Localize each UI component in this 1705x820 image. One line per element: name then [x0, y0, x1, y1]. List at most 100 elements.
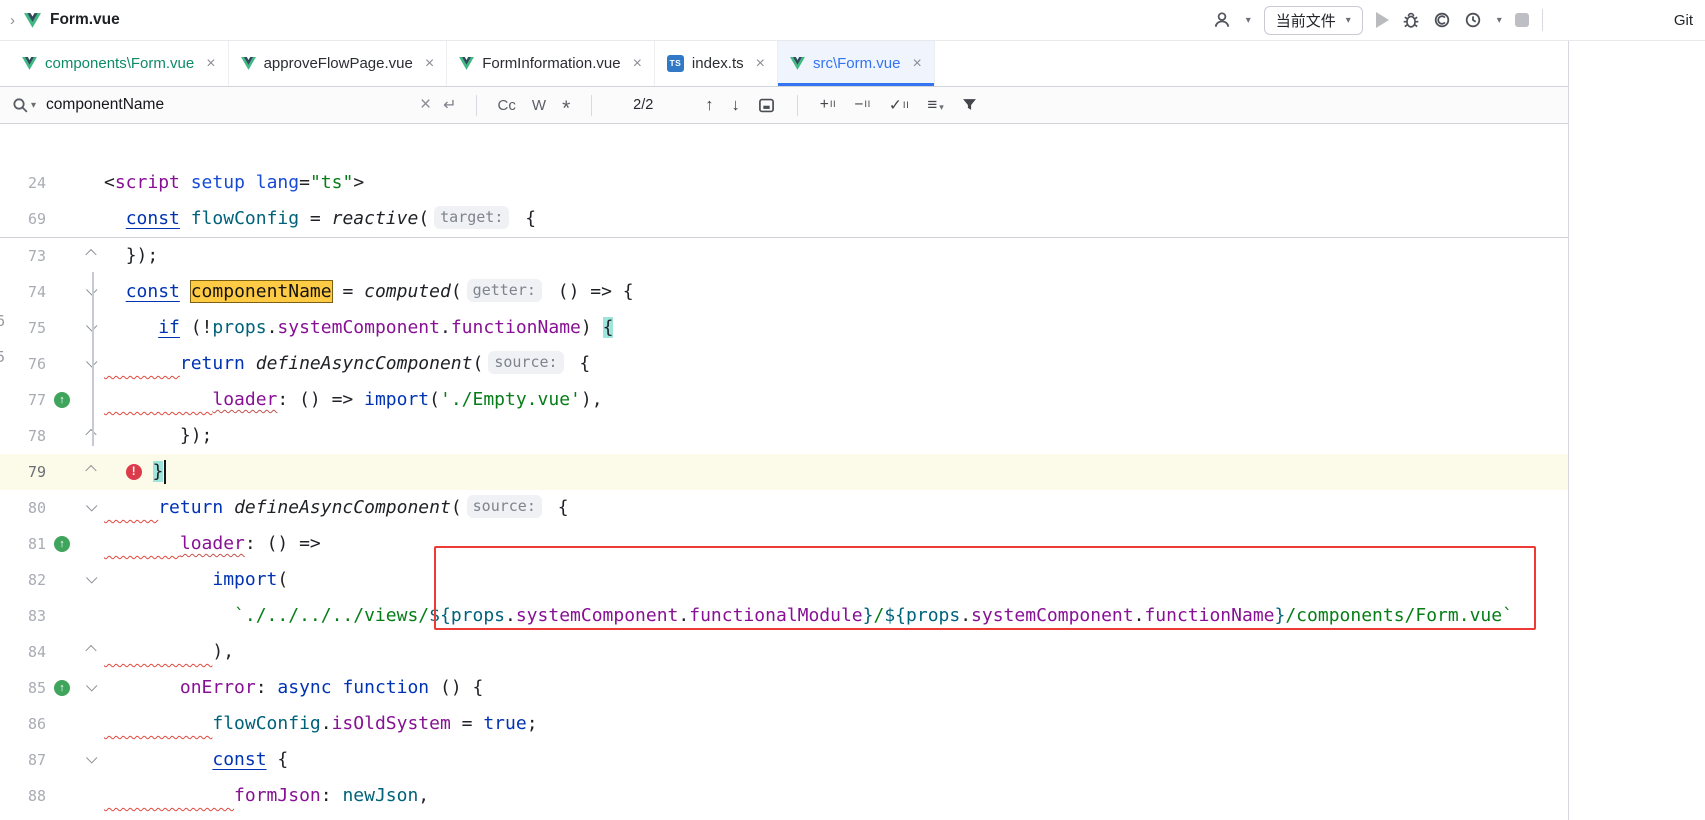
code-text[interactable]: const { — [104, 742, 1568, 778]
run-button[interactable] — [1376, 12, 1389, 28]
user-icon[interactable] — [1213, 11, 1231, 29]
line-number[interactable]: 84 — [0, 634, 46, 670]
user-dropdown-icon[interactable]: ▾ — [1246, 15, 1251, 26]
line-number[interactable]: 77 — [0, 382, 46, 418]
line-number[interactable]: 88 — [0, 778, 46, 814]
remove-selection-button[interactable]: −II — [854, 96, 871, 114]
code-line-78[interactable]: 78 }); — [0, 418, 1568, 454]
editor-tab-3[interactable]: FormInformation.vue× — [447, 41, 655, 86]
code-line-80[interactable]: 80 return defineAsyncComponent(source: { — [0, 490, 1568, 526]
code-text[interactable]: formJson: newJson, — [104, 778, 1568, 814]
filter-icon[interactable] — [962, 98, 977, 112]
code-text[interactable]: ! } — [104, 454, 1568, 490]
select-all-occurrences-button[interactable]: ✓II — [889, 96, 909, 115]
fold-down-icon[interactable] — [86, 680, 97, 691]
line-number[interactable]: 87 — [0, 742, 46, 778]
lint-error-underline — [104, 389, 212, 410]
fold-up-icon[interactable] — [85, 645, 96, 656]
regex-toggle[interactable]: * — [562, 104, 570, 114]
next-occurrence-button[interactable]: ↓ — [732, 96, 740, 115]
clear-search-icon[interactable]: × — [420, 94, 431, 116]
code-text[interactable]: flowConfig.isOldSystem = true; — [104, 706, 1568, 742]
code-line-73[interactable]: 73 }); — [0, 238, 1568, 274]
code-text[interactable]: <script setup lang="ts"> — [104, 165, 1568, 201]
search-icon[interactable] — [12, 97, 29, 114]
newline-icon[interactable]: ↵ — [443, 95, 456, 115]
code-text[interactable]: if (!props.systemComponent.functionName)… — [104, 310, 1568, 346]
code-line-87[interactable]: 87 const { — [0, 742, 1568, 778]
code-text[interactable]: const flowConfig = reactive(target: { — [104, 201, 1568, 237]
implemented-marker-icon[interactable]: ↑ — [54, 680, 70, 696]
editor-tab-2[interactable]: approveFlowPage.vue× — [229, 41, 448, 86]
tab-close-icon[interactable]: × — [633, 55, 642, 73]
line-number[interactable]: 86 — [0, 706, 46, 742]
chevron-right-icon[interactable]: › — [10, 12, 15, 29]
code-line-76[interactable]: 76 return defineAsyncComponent(source: { — [0, 346, 1568, 382]
fold-down-icon[interactable] — [86, 752, 97, 763]
search-input[interactable]: componentName — [46, 96, 414, 114]
tab-close-icon[interactable]: × — [756, 55, 765, 73]
line-number[interactable]: 73 — [0, 238, 46, 274]
line-number[interactable]: 79 — [0, 454, 46, 490]
editor-tab-4[interactable]: TSindex.ts× — [655, 41, 778, 86]
implemented-marker-icon[interactable]: ↑ — [54, 392, 70, 408]
line-number[interactable]: 75 — [0, 310, 46, 346]
line-number[interactable]: 74 — [0, 274, 46, 310]
code-line-75[interactable]: 75 if (!props.systemComponent.functionNa… — [0, 310, 1568, 346]
line-number[interactable]: 24 — [0, 165, 46, 201]
fold-up-icon[interactable] — [85, 465, 96, 476]
coverage-button[interactable] — [1433, 11, 1451, 29]
editor-tab-5[interactable]: src\Form.vue× — [778, 41, 935, 86]
code-text[interactable]: }); — [104, 418, 1568, 454]
code-line-88[interactable]: 88 formJson: newJson, — [0, 778, 1568, 814]
code-text[interactable]: onError: async function () { — [104, 670, 1568, 706]
code-text[interactable]: ), — [104, 634, 1568, 670]
stop-button[interactable] — [1515, 13, 1529, 27]
run-config-selector[interactable]: 当前文件 ▾ — [1264, 6, 1363, 35]
whole-words-toggle[interactable]: W — [532, 97, 546, 114]
search-match-highlight[interactable]: componentName — [191, 281, 332, 302]
code-editor[interactable]: 24<script setup lang="ts">69 const flowC… — [0, 165, 1568, 820]
code-text[interactable]: return defineAsyncComponent(source: { — [104, 346, 1568, 382]
code-line-69[interactable]: 69 const flowConfig = reactive(target: { — [0, 201, 1568, 237]
profiler-button[interactable] — [1464, 11, 1482, 29]
search-options-menu[interactable]: ≡▾ — [927, 95, 943, 115]
fold-down-icon[interactable] — [86, 500, 97, 511]
error-icon[interactable]: ! — [126, 464, 142, 480]
git-menu-label[interactable]: Git — [1674, 12, 1693, 29]
line-number[interactable]: 81 — [0, 526, 46, 562]
fold-up-icon[interactable] — [85, 249, 96, 260]
match-case-toggle[interactable]: Cc — [498, 97, 516, 114]
code-line-79[interactable]: 79 ! } — [0, 454, 1568, 490]
line-number[interactable]: 78 — [0, 418, 46, 454]
code-text[interactable]: loader: () => import('./Empty.vue'), — [104, 382, 1568, 418]
line-number[interactable]: 76 — [0, 346, 46, 382]
line-number[interactable]: 69 — [0, 201, 46, 237]
debug-button[interactable] — [1402, 11, 1420, 29]
code-line-85[interactable]: 85 ↑ onError: async function () { — [0, 670, 1568, 706]
code-text[interactable]: const componentName = computed(getter: (… — [104, 274, 1568, 310]
editor-tab-1[interactable]: components\Form.vue× — [10, 41, 229, 86]
code-line-24[interactable]: 24 <script setup lang="ts"> — [0, 165, 1568, 201]
code-line-77[interactable]: 77 ↑ loader: () => import('./Empty.vue'), — [0, 382, 1568, 418]
line-number[interactable]: 82 — [0, 562, 46, 598]
tab-close-icon[interactable]: × — [912, 55, 921, 73]
add-selection-button[interactable]: +II — [820, 96, 837, 114]
profiler-dropdown-icon[interactable]: ▾ — [1497, 15, 1502, 26]
code-text[interactable]: return defineAsyncComponent(source: { — [104, 490, 1568, 526]
line-number[interactable]: 85 — [0, 670, 46, 706]
previous-occurrence-button[interactable]: ↑ — [705, 96, 713, 115]
tab-close-icon[interactable]: × — [425, 55, 434, 73]
tab-close-icon[interactable]: × — [206, 55, 215, 73]
line-number[interactable]: 83 — [0, 598, 46, 634]
search-history-dropdown-icon[interactable]: ▾ — [31, 100, 36, 111]
fold-up-icon[interactable] — [85, 429, 96, 440]
open-in-find-window-button[interactable] — [758, 97, 775, 114]
code-line-86[interactable]: 86 flowConfig.isOldSystem = true; — [0, 706, 1568, 742]
code-line-84[interactable]: 84 ), — [0, 634, 1568, 670]
line-number[interactable]: 80 — [0, 490, 46, 526]
code-line-74[interactable]: 74 const componentName = computed(getter… — [0, 274, 1568, 310]
implemented-marker-icon[interactable]: ↑ — [54, 536, 70, 552]
fold-down-icon[interactable] — [86, 572, 97, 583]
code-text[interactable]: }); — [104, 238, 1568, 274]
